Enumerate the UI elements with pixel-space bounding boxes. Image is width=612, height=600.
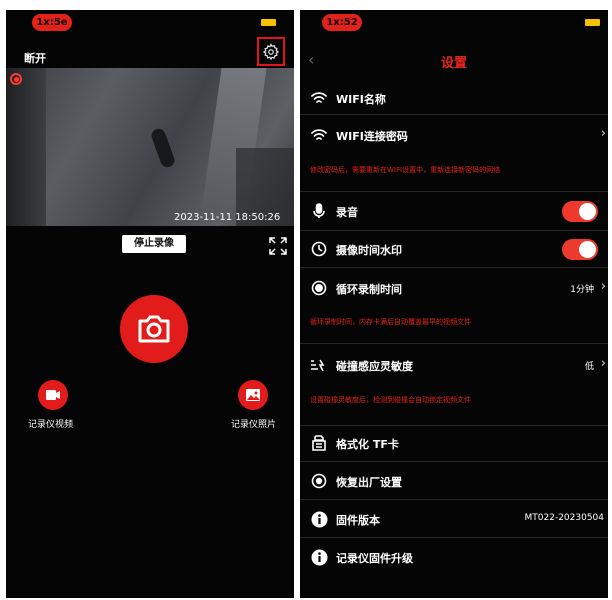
fullscreen-button[interactable] — [267, 235, 289, 257]
collision-icon — [310, 356, 328, 374]
stop-recording-button[interactable]: 停止录像 — [122, 235, 186, 253]
settings-item-collision[interactable]: 碰撞感应灵敏度 低 › — [300, 355, 608, 375]
live-video-preview[interactable]: 2023-11-11 18:50:26 — [6, 68, 294, 226]
settings-item-format-tf[interactable]: 格式化 TF卡 — [300, 433, 608, 453]
disconnect-button[interactable]: 断开 — [24, 50, 46, 66]
camera-screen: 1x:5e 断开 2023-11-11 18:50:26 停止录像 记录仪视频 … — [6, 10, 294, 598]
settings-gear-button[interactable] — [257, 37, 285, 66]
wifi-icon — [310, 89, 328, 107]
info-icon — [310, 510, 328, 528]
chevron-right-icon: › — [600, 279, 606, 294]
dvr-photo-label: 记录仪照片 — [231, 420, 277, 430]
loop-recording-value: 1分钟 — [570, 285, 594, 295]
divider — [300, 191, 608, 192]
divider — [300, 343, 608, 344]
settings-item-factory-reset[interactable]: 恢复出厂设置 — [300, 471, 608, 491]
clock-icon — [310, 240, 328, 258]
divider — [300, 425, 608, 426]
settings-item-firmware-upgrade[interactable]: 记录仪固件升级 — [300, 547, 608, 567]
collision-note: 设置碰撞灵敏度后，检测到碰撞会自动锁定视频文件 — [310, 396, 471, 404]
loop-note: 循环录制时间，内存卡满后自动覆盖最早的视频文件 — [310, 318, 471, 326]
battery-icon — [585, 19, 600, 26]
divider — [300, 230, 608, 231]
settings-item-label: 摄像时间水印 — [336, 244, 402, 257]
settings-item-loop-recording[interactable]: 循环录制时间 1分钟 › — [300, 278, 608, 298]
chevron-right-icon: › — [600, 126, 606, 141]
settings-screen: 1x:52 ‹ 设置 WIFI名称 WIFI连接密码 › 修改密码后，需要重新在… — [300, 10, 608, 598]
dvr-video-label: 记录仪视频 — [28, 420, 74, 430]
record-icon — [310, 279, 328, 297]
recording-indicator-icon — [10, 73, 22, 85]
settings-item-label: WIFI名称 — [336, 93, 386, 106]
reset-icon — [310, 472, 328, 490]
info-icon — [310, 548, 328, 566]
status-time: 1x:5e — [32, 14, 72, 31]
dvr-photo-button[interactable] — [238, 380, 268, 410]
watermark-toggle[interactable] — [562, 239, 598, 260]
chevron-right-icon: › — [600, 356, 606, 371]
status-time: 1x:52 — [322, 14, 362, 31]
firmware-version-value: MT022-20230504 — [524, 513, 605, 523]
settings-item-label: 循环录制时间 — [336, 283, 402, 296]
settings-item-audio: 录音 — [300, 201, 608, 222]
settings-item-firmware-version: 固件版本 MT022-20230504 — [300, 509, 608, 529]
settings-item-wifi-password[interactable]: WIFI连接密码 › — [300, 125, 608, 145]
expand-icon — [269, 237, 287, 255]
divider — [300, 461, 608, 462]
divider — [300, 499, 608, 500]
settings-item-label: WIFI连接密码 — [336, 130, 408, 143]
settings-item-label: 格式化 TF卡 — [336, 438, 399, 451]
divider — [300, 114, 608, 115]
settings-item-label: 碰撞感应灵敏度 — [336, 360, 413, 373]
video-timestamp: 2023-11-11 18:50:26 — [174, 212, 281, 223]
collision-value: 低 — [584, 362, 594, 372]
settings-item-watermark: 摄像时间水印 — [300, 239, 608, 260]
settings-item-label: 固件版本 — [336, 514, 380, 527]
settings-item-label: 记录仪固件升级 — [336, 552, 413, 565]
page-title: 设置 — [440, 56, 467, 71]
dvr-video-button[interactable] — [38, 380, 68, 410]
settings-item-wifi-name[interactable]: WIFI名称 — [300, 88, 608, 108]
image-icon — [246, 389, 260, 401]
wifi-note: 修改密码后，需要重新在WIFI设置中，重新连接新密码的网络 — [310, 166, 501, 174]
video-file-icon — [46, 390, 60, 400]
microphone-icon — [310, 202, 328, 220]
battery-icon — [261, 19, 276, 26]
camera-icon — [138, 315, 170, 343]
settings-item-label: 恢复出厂设置 — [336, 476, 402, 489]
take-photo-button[interactable] — [120, 295, 188, 363]
gear-icon — [262, 42, 280, 60]
wifi-icon — [310, 126, 328, 144]
divider — [300, 537, 608, 538]
sdcard-icon — [310, 434, 328, 452]
audio-toggle[interactable] — [562, 201, 598, 222]
divider — [300, 267, 608, 268]
settings-item-label: 录音 — [336, 206, 358, 219]
